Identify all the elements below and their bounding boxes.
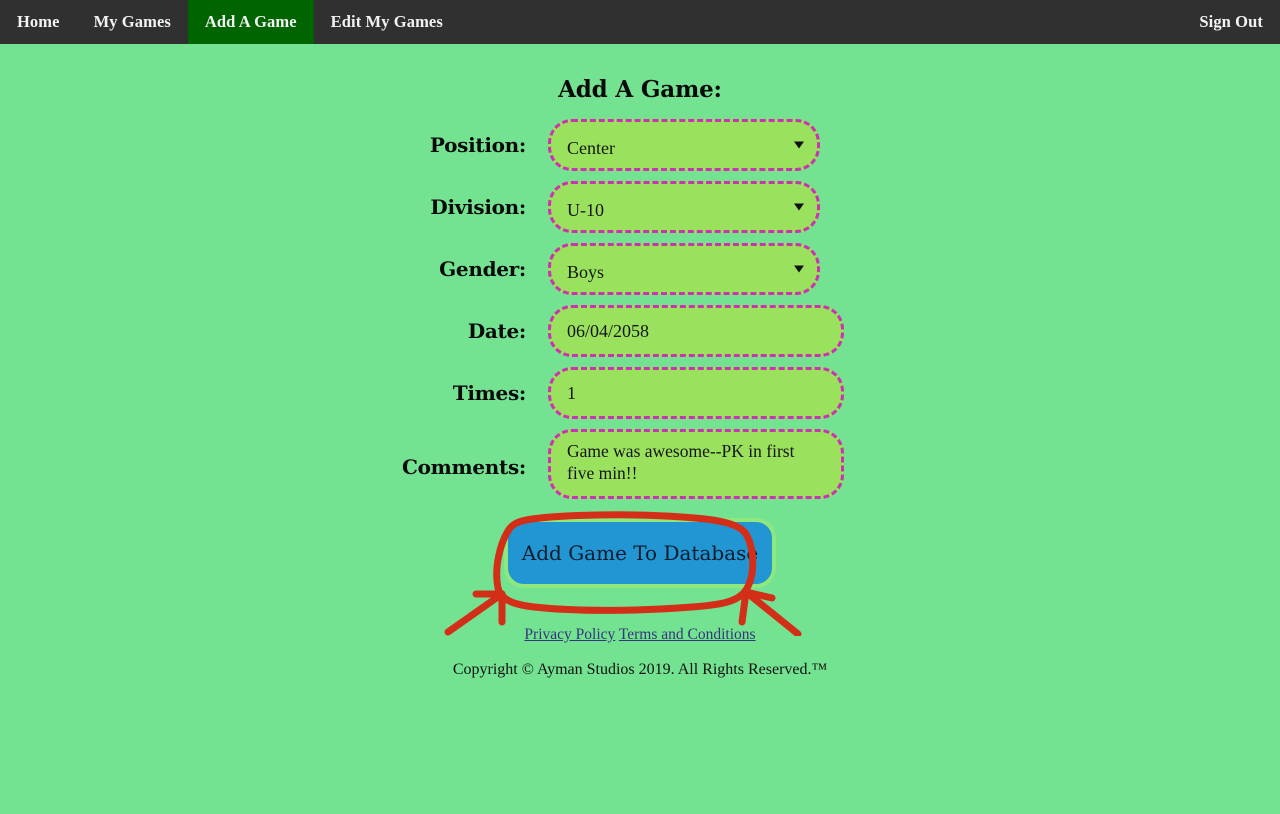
nav-item-sign-out[interactable]: Sign Out [1182,0,1280,44]
position-field-wrap: CenterAssistant 1Assistant 2 [548,119,820,171]
date-field-wrap [548,305,844,357]
division-field-wrap: U-10U-11U-12U-13U-14 [548,181,820,233]
privacy-policy-link[interactable]: Privacy Policy [524,626,615,643]
form-row-date: Date: [0,305,1280,357]
navbar-right-group: Sign Out [1182,0,1280,44]
gender-field-wrap: BoysGirls [548,243,820,295]
form-row-position: Position: CenterAssistant 1Assistant 2 [0,119,1280,171]
add-game-to-database-button[interactable]: Add Game To Database [504,518,776,588]
page-title: Add A Game: [558,76,722,103]
nav-item-home[interactable]: Home [0,0,77,44]
submit-row: Add Game To Database [0,511,1280,636]
footer-links: Privacy Policy Terms and Conditions [0,626,1280,644]
times-field-wrap [548,367,844,419]
date-label: Date: [467,319,526,343]
copyright-text: Copyright © Ayman Studios 2019. All Righ… [452,661,828,678]
navbar-left-group: Home My Games Add A Game Edit My Games [0,0,460,44]
form-row-gender: Gender: BoysGirls [0,243,1280,295]
nav-item-edit-my-games[interactable]: Edit My Games [314,0,460,44]
comments-field-wrap [548,429,844,504]
footer: Privacy Policy Terms and Conditions Copy… [0,626,1280,679]
comments-textarea[interactable] [548,429,844,499]
times-label: Times: [452,381,527,405]
date-input[interactable] [548,305,844,357]
gender-select[interactable]: BoysGirls [548,243,820,295]
times-input[interactable] [548,367,844,419]
form-row-times: Times: [0,367,1280,419]
terms-and-conditions-link[interactable]: Terms and Conditions [619,626,756,643]
position-label: Position: [429,133,526,157]
nav-item-my-games[interactable]: My Games [77,0,188,44]
nav-item-add-a-game[interactable]: Add A Game [187,0,314,44]
position-select[interactable]: CenterAssistant 1Assistant 2 [548,119,820,171]
add-game-form: Position: CenterAssistant 1Assistant 2 D… [0,119,1280,636]
comments-label: Comments: [401,454,526,479]
form-row-comments: Comments: [0,429,1280,504]
division-label: Division: [430,195,526,219]
page-content: Add A Game: Position: CenterAssistant 1A… [0,44,1280,814]
form-row-division: Division: U-10U-11U-12U-13U-14 [0,181,1280,233]
navbar: Home My Games Add A Game Edit My Games S… [0,0,1280,44]
division-select[interactable]: U-10U-11U-12U-13U-14 [548,181,820,233]
gender-label: Gender: [439,257,526,281]
